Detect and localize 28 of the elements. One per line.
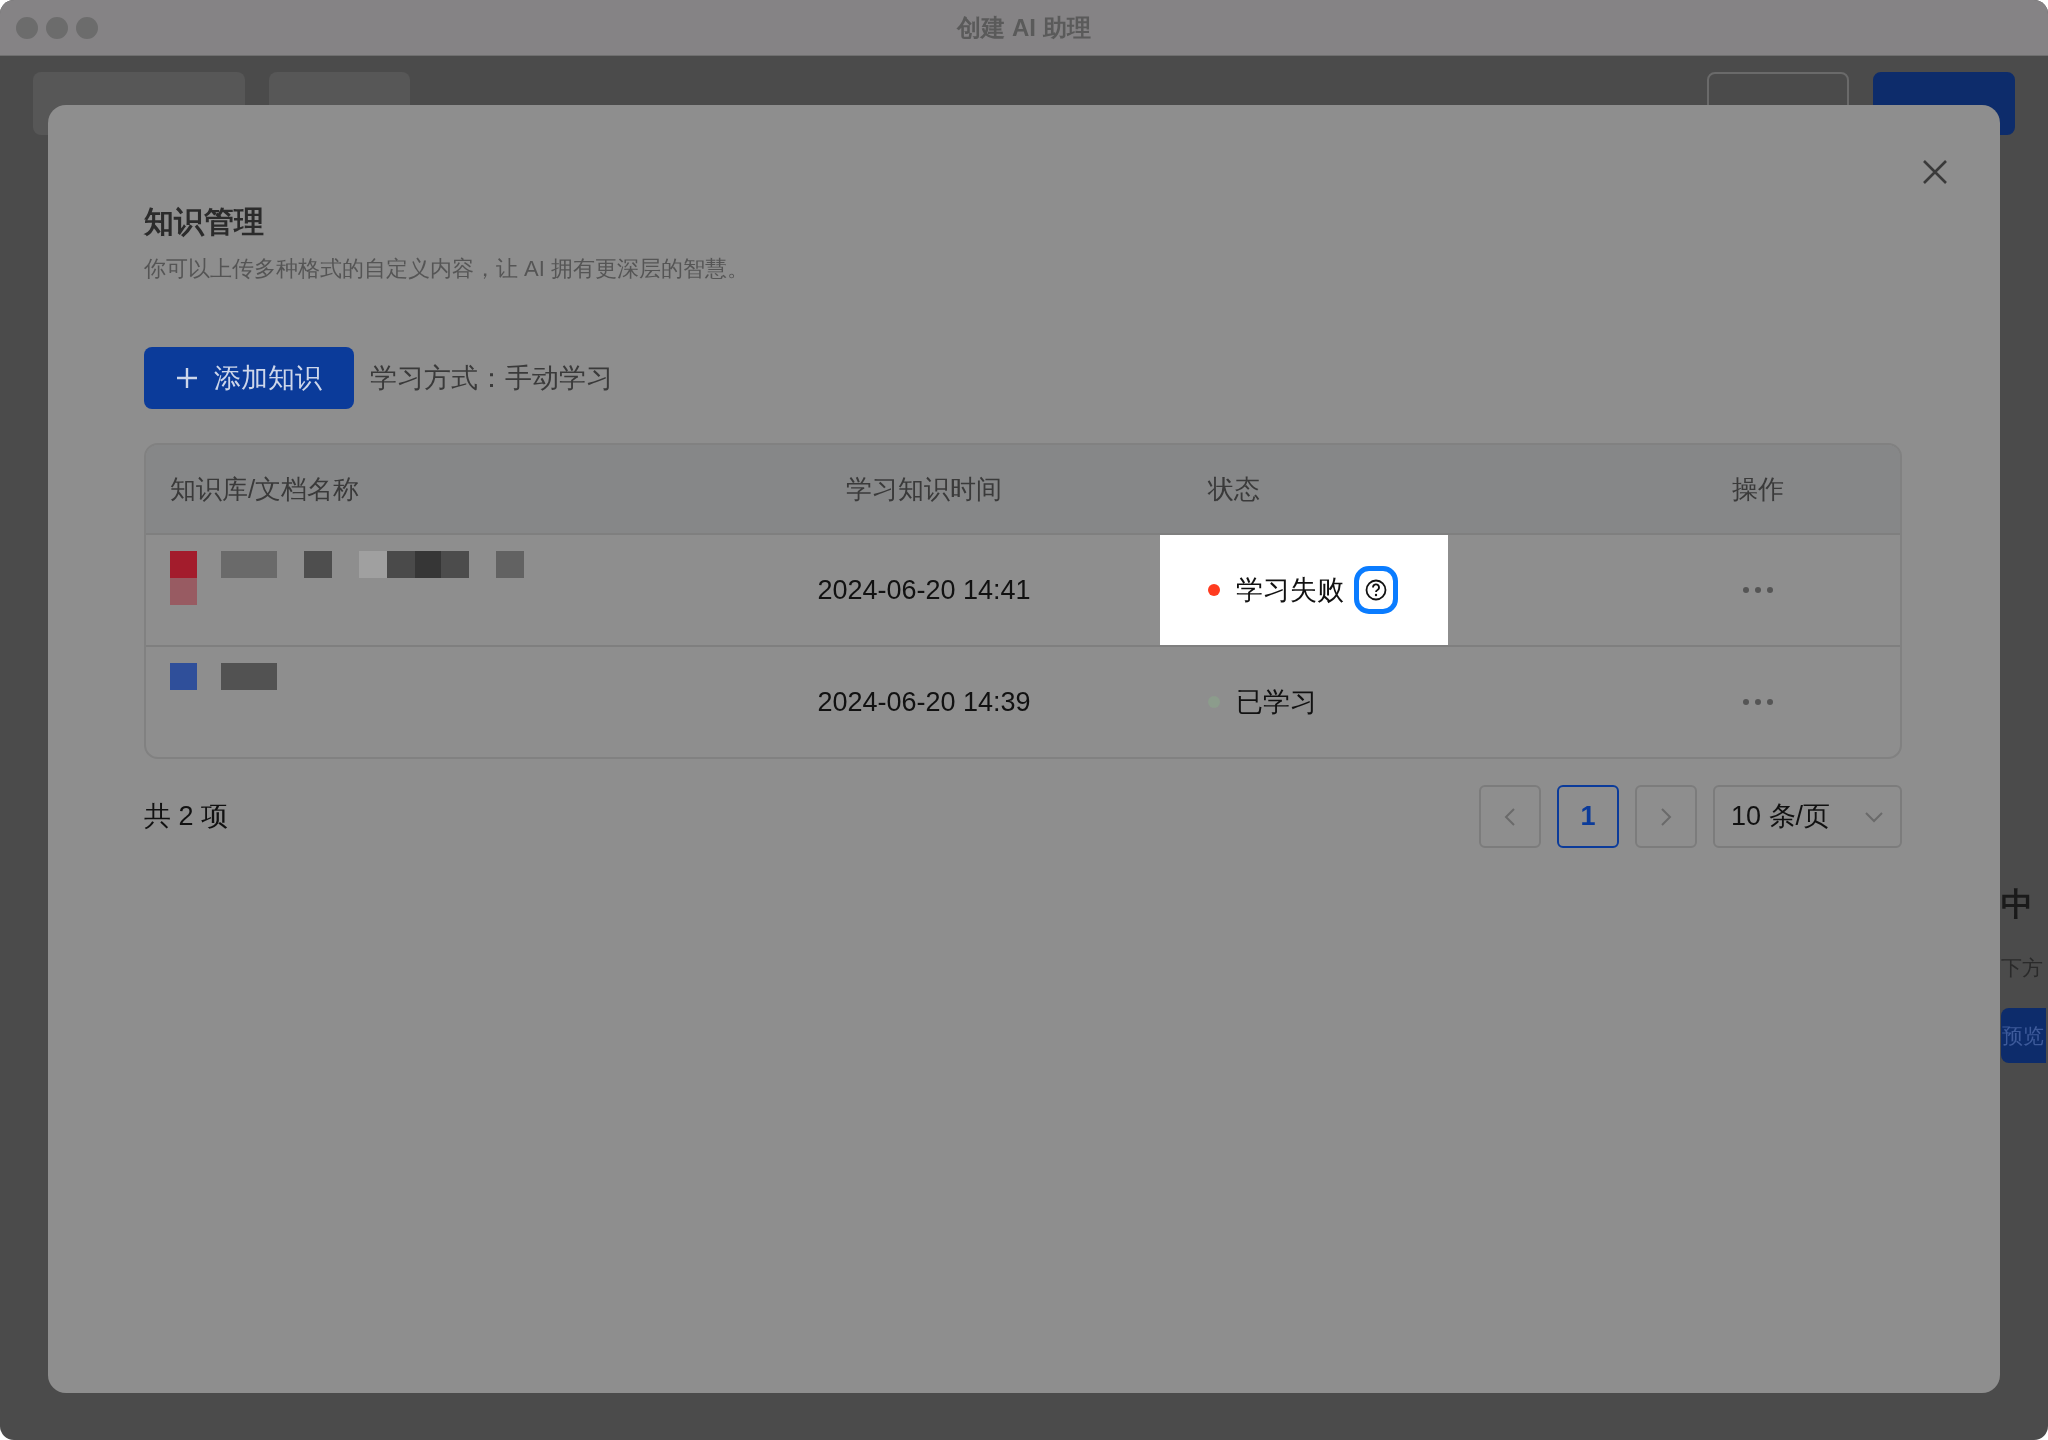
window-controls-icon[interactable]: [16, 17, 98, 39]
plus-icon: [176, 367, 198, 389]
total-count: 共 2 项: [144, 800, 229, 834]
status-text: 学习失败: [1236, 573, 1344, 607]
help-button[interactable]: [1354, 566, 1398, 614]
chevron-right-icon: [1660, 806, 1672, 827]
date-time: 2024-06-20 14:39: [817, 685, 1031, 719]
learning-mode-label: 学习方式：手动学习: [370, 361, 613, 395]
chevron-down-icon: [1864, 810, 1884, 823]
page-size-select[interactable]: 10 条/页: [1713, 785, 1902, 848]
status-column-header: 状态: [1208, 473, 1260, 504]
date-time: 2024-06-20 14:41: [817, 573, 1031, 607]
more-icon[interactable]: [1742, 698, 1774, 706]
redacted-name-drawing: [221, 663, 277, 690]
time-column-header: 学习知识时间: [846, 473, 1002, 504]
page-button[interactable]: 1: [1557, 785, 1619, 848]
next-page-button[interactable]: [1635, 785, 1697, 848]
help-icon: [1365, 579, 1387, 601]
status-text: 已学习: [1236, 685, 1317, 719]
dialog-subtitle: 你可以上传多种格式的自定义内容，让 AI 拥有更深层的智慧。: [144, 255, 750, 283]
add-knowledge-button[interactable]: 添加知识: [144, 347, 354, 409]
dialog-title: 知识管理: [144, 204, 265, 240]
chevron-left-icon: [1504, 806, 1516, 827]
name-column-header: 知识库/文档名称: [170, 473, 360, 504]
previous-page-button[interactable]: [1479, 785, 1541, 848]
close-icon[interactable]: [1922, 159, 1948, 185]
more-icon[interactable]: [1742, 586, 1774, 594]
actions-column-header: 操作: [1732, 473, 1784, 504]
